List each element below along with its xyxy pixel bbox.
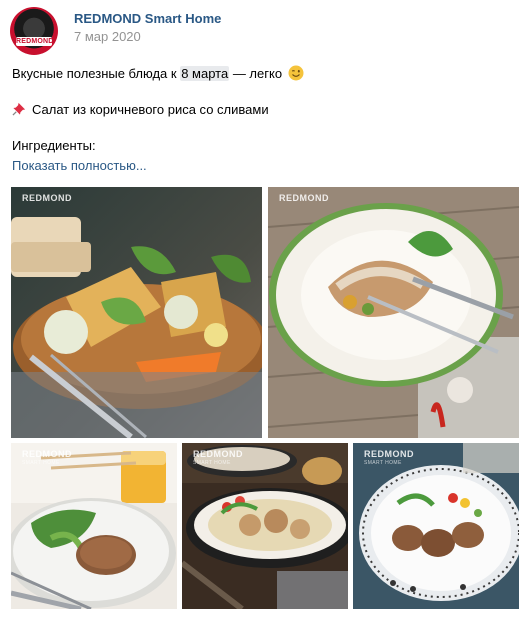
photo-1-image <box>11 187 262 438</box>
photo-4[interactable]: REDMOND SMART HOME <box>182 443 348 609</box>
photo-2-image <box>268 187 519 438</box>
photo-3-image <box>11 443 177 609</box>
photo-1-watermark: REDMOND <box>22 193 72 203</box>
avatar-logo-text: REDMOND <box>16 37 54 46</box>
winking-face-icon <box>288 65 304 81</box>
photo-2-watermark: REDMOND <box>279 193 329 203</box>
pushpin-icon <box>12 102 26 116</box>
photo-5-watermark: REDMOND SMART HOME <box>364 449 414 466</box>
photo-4-watermark: REDMOND SMART HOME <box>193 449 243 466</box>
highlighted-text: 8 марта <box>180 66 230 81</box>
photo-3-watermark: REDMOND SMART HOME <box>22 449 72 466</box>
post-text-line-1: Вкусные полезные блюда к 8 марта — легко <box>12 65 512 83</box>
show-more-link[interactable]: Показать полностью... <box>12 158 147 173</box>
photo-2[interactable]: REDMOND <box>268 187 519 438</box>
post-header: REDMOND REDMOND Smart Home 7 мар 2020 <box>10 7 518 55</box>
photo-5-image <box>353 443 519 609</box>
post-text-line-3: Ингредиенты: <box>12 138 96 153</box>
line1-text-end: — легко <box>229 66 283 81</box>
post-text-line-2: Салат из коричневого риса со сливами <box>12 101 512 119</box>
author-name[interactable]: REDMOND Smart Home <box>74 11 221 26</box>
post-date[interactable]: 7 мар 2020 <box>74 29 141 44</box>
photo-1[interactable]: REDMOND <box>11 187 262 438</box>
photo-3[interactable]: REDMOND SMART HOME <box>11 443 177 609</box>
photo-4-image <box>182 443 348 609</box>
line1-text: Вкусные полезные блюда к <box>12 66 181 81</box>
photo-5[interactable]: REDMOND SMART HOME <box>353 443 519 609</box>
avatar[interactable]: REDMOND <box>10 7 58 55</box>
recipe-title: Салат из коричневого риса со сливами <box>32 102 269 117</box>
post-text: Вкусные полезные блюда к 8 марта — легко… <box>12 65 512 155</box>
